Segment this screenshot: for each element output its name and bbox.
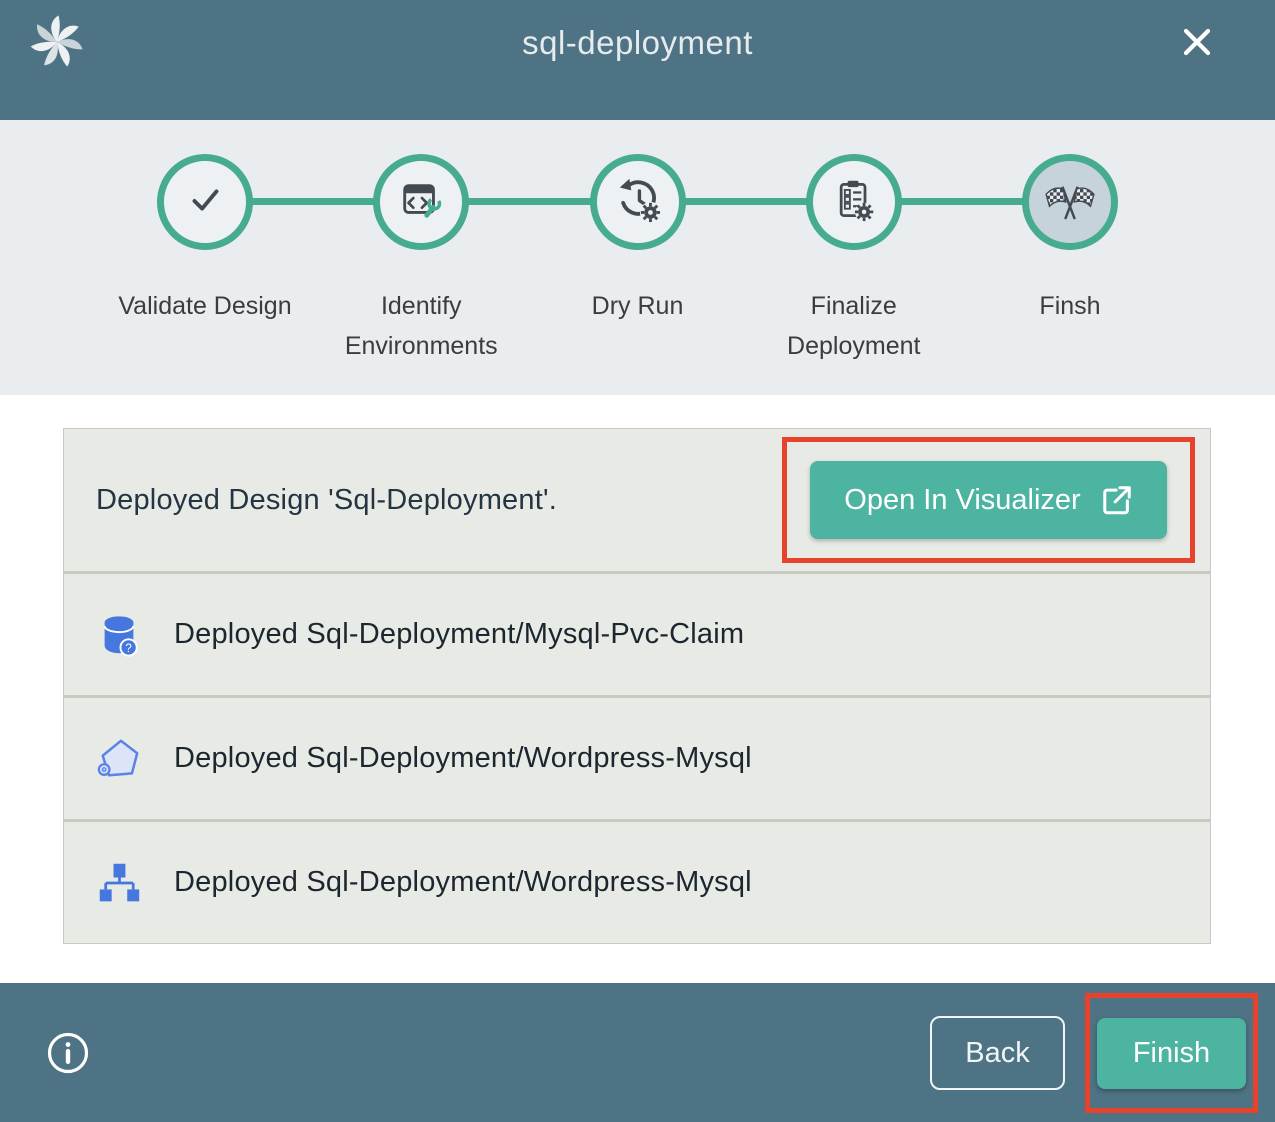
finish-flags-icon <box>1043 179 1097 226</box>
stepper-step-validate-design[interactable]: Validate Design <box>109 120 301 395</box>
step-circle-validate[interactable] <box>157 154 253 250</box>
deployed-item-row: Deployed Sql-Deployment/Wordpress-Mysql <box>64 698 1210 819</box>
deployment-stepper: Validate Design Identify Environments <box>0 120 1275 395</box>
step-circle-identify[interactable] <box>373 154 469 250</box>
deployed-item-text: Deployed Sql-Deployment/Wordpress-Mysql <box>174 742 752 775</box>
close-icon[interactable] <box>1177 22 1217 62</box>
external-link-icon <box>1101 484 1133 516</box>
dry-run-icon <box>615 177 661 228</box>
deployed-item-text: Deployed Sql-Deployment/Wordpress-Mysql <box>174 866 752 899</box>
deployment-message: Deployed Design 'Sql-Deployment'. <box>96 484 557 517</box>
dialog-title: sql-deployment <box>0 24 1275 62</box>
stepper-step-finalize-deployment[interactable]: Finalize Deployment <box>758 120 950 395</box>
step-circle-dry-run[interactable] <box>590 154 686 250</box>
step-label: Dry Run <box>592 286 684 326</box>
database-icon: ? <box>96 612 142 658</box>
dialog-footer: Back Finish <box>0 983 1275 1122</box>
hierarchy-icon <box>96 860 142 906</box>
check-icon <box>182 177 228 228</box>
step-circle-finish[interactable] <box>1022 154 1118 250</box>
deployment-result-list: Deployed Design 'Sql-Deployment'. Open I… <box>63 428 1211 944</box>
open-in-visualizer-label: Open In Visualizer <box>844 484 1080 517</box>
stepper-step-identify-environments[interactable]: Identify Environments <box>325 120 517 395</box>
pentagon-icon <box>96 736 142 782</box>
stepper-step-finish[interactable]: Finsh <box>974 120 1166 395</box>
step-circle-finalize[interactable] <box>806 154 902 250</box>
deployed-item-row: ? Deployed Sql-Deployment/Mysql-Pvc-Clai… <box>64 574 1210 695</box>
clipboard-gear-icon <box>832 178 876 227</box>
step-label: Validate Design <box>118 286 291 326</box>
step-label: Identify Environments <box>326 286 516 366</box>
deployment-dialog: sql-deployment Validate Design <box>0 0 1275 1122</box>
annotation-highlight-open-visualizer: Open In Visualizer <box>782 437 1195 563</box>
back-button[interactable]: Back <box>930 1016 1065 1090</box>
step-label: Finsh <box>1039 286 1100 326</box>
annotation-highlight-finish: Finish <box>1085 993 1258 1113</box>
deployed-item-row: Deployed Sql-Deployment/Wordpress-Mysql <box>64 822 1210 943</box>
code-config-icon <box>398 177 444 228</box>
deployed-item-text: Deployed Sql-Deployment/Mysql-Pvc-Claim <box>174 618 744 651</box>
stepper-step-dry-run[interactable]: Dry Run <box>542 120 734 395</box>
info-icon[interactable] <box>46 1031 90 1075</box>
svg-text:?: ? <box>125 642 131 654</box>
dialog-header: sql-deployment <box>0 0 1275 120</box>
open-in-visualizer-button[interactable]: Open In Visualizer <box>810 461 1166 539</box>
deployment-message-row: Deployed Design 'Sql-Deployment'. Open I… <box>64 429 1210 571</box>
finish-button[interactable]: Finish <box>1097 1018 1246 1089</box>
step-label: Finalize Deployment <box>759 286 949 366</box>
